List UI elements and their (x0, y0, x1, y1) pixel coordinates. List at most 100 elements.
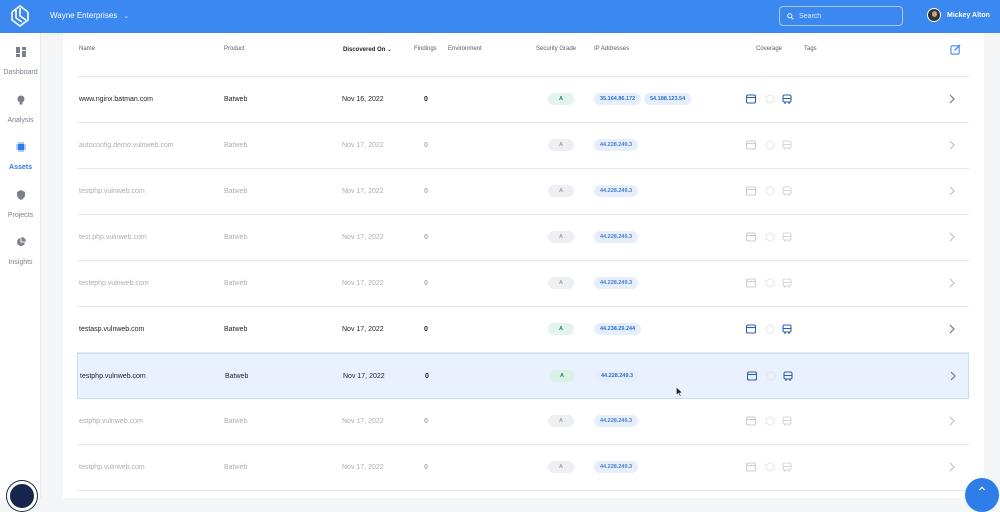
security-grade-badge: A (549, 370, 575, 382)
ip-address-badge: 44.238.29.244 (594, 323, 642, 335)
help-launcher[interactable] (7, 481, 37, 511)
coverage-vehicle-icon[interactable] (782, 278, 792, 288)
chevron-right-icon[interactable] (948, 324, 956, 334)
security-grade-badge: A (548, 93, 574, 105)
column-header-findings[interactable]: Findings (414, 46, 437, 52)
column-header-grade[interactable]: Security Grade (536, 46, 576, 52)
chat-button[interactable]: ⌃ (965, 478, 999, 512)
ip-address-badge: 44.228.249.3 (594, 231, 639, 243)
ip-address-badge: 44.228.249.3 (595, 370, 640, 382)
sidebar-item-assets[interactable]: Assets (0, 142, 41, 174)
coverage-scan-icon[interactable] (766, 371, 776, 381)
table-row[interactable]: www.nginx.batman.com Batweb Nov 16, 2022 0 A… (77, 77, 969, 123)
search-input[interactable] (799, 12, 889, 20)
coverage-vehicle-icon[interactable] (782, 232, 792, 242)
table-row[interactable]: testphp.vulnweb.com Batweb Nov 17, 2022 0 A 4… (77, 445, 969, 491)
table-row[interactable]: testephp.vulnweb.com Batweb Nov 17, 2022 0 A… (77, 261, 969, 307)
asset-name: testphp.vulnweb.com (80, 373, 146, 380)
shield-icon (16, 190, 25, 200)
coverage-scan-icon[interactable] (765, 416, 775, 426)
asset-findings-count: 0 (425, 373, 429, 380)
coverage-web-icon[interactable] (746, 186, 756, 196)
ip-address-badge: 35.164.86.172 (594, 93, 642, 105)
table-row[interactable]: autoconfig.demo.vulnweb.com Batweb Nov 17,… (77, 123, 969, 169)
table-row[interactable]: testasp.vulnweb.com Batweb Nov 17, 2022 0 A 4… (77, 307, 969, 353)
asset-findings-count: 0 (424, 464, 428, 471)
column-header-environment[interactable]: Environment (448, 46, 482, 52)
coverage-scan-icon[interactable] (765, 462, 775, 472)
asset-name: testphp.vulnweb.com (79, 188, 145, 195)
coverage-scan-icon[interactable] (765, 324, 775, 334)
table-row[interactable]: testphp.vulnweb.com Batweb Nov 17, 2022 0 A 4… (77, 169, 969, 215)
app-logo-icon[interactable] (8, 4, 32, 28)
chevron-right-icon[interactable] (948, 140, 956, 150)
chevron-right-icon[interactable] (948, 416, 956, 426)
column-header-discovered[interactable]: Discovered On ⌄ (343, 46, 392, 53)
asset-product: Batweb (224, 326, 248, 333)
coverage-web-icon[interactable] (746, 462, 756, 472)
coverage-web-icon[interactable] (747, 371, 757, 381)
coverage-vehicle-icon[interactable] (782, 462, 792, 472)
coverage-vehicle-icon[interactable] (782, 416, 792, 426)
coverage-web-icon[interactable] (746, 278, 756, 288)
column-header-tags[interactable]: Tags (804, 46, 817, 52)
sidebar-item-label: Assets (9, 164, 32, 171)
chevron-right-icon[interactable] (948, 462, 956, 472)
chevron-right-icon[interactable] (948, 278, 956, 288)
table-row[interactable]: test.php.vulnweb.com Batweb Nov 17, 2022 0 A… (77, 215, 969, 261)
asset-name: testephp.vulnweb.com (79, 280, 149, 287)
chevron-right-icon[interactable] (948, 94, 956, 104)
sidebar-item-label: Projects (7, 212, 34, 219)
coverage-vehicle-icon[interactable] (782, 186, 792, 196)
coverage-web-icon[interactable] (746, 232, 756, 242)
asset-product: Batweb (224, 234, 248, 241)
sidebar-item-insights[interactable]: Insights (0, 237, 41, 269)
coverage-web-icon[interactable] (746, 94, 756, 104)
security-grade-badge: A (548, 415, 574, 427)
sidebar-item-analysis[interactable]: Analysis (0, 95, 41, 127)
ip-address-badge: 44.228.249.3 (594, 415, 639, 427)
asset-findings-count: 0 (424, 234, 428, 241)
coverage-vehicle-icon[interactable] (782, 140, 792, 150)
coverage-vehicle-icon[interactable] (783, 371, 793, 381)
asset-product: Batweb (224, 464, 248, 471)
table-header: Name Product Discovered On ⌄ Findings En… (63, 33, 984, 66)
coverage-vehicle-icon[interactable] (782, 94, 792, 104)
sidebar-item-label: Insights (8, 259, 33, 266)
column-header-product[interactable]: Product (224, 46, 245, 52)
coverage-scan-icon[interactable] (765, 140, 775, 150)
ip-address-badge: 44.228.249.3 (594, 185, 639, 197)
coverage-web-icon[interactable] (746, 416, 756, 426)
chevron-right-icon[interactable] (948, 232, 956, 242)
chevron-right-icon[interactable] (948, 186, 956, 196)
coverage-vehicle-icon[interactable] (782, 324, 792, 334)
asset-findings-count: 0 (424, 188, 428, 195)
user-menu[interactable]: Mickey Alton (927, 8, 990, 22)
coverage-web-icon[interactable] (746, 324, 756, 334)
coverage-scan-icon[interactable] (765, 186, 775, 196)
org-switcher[interactable]: Wayne Enterprises ⌄ (50, 11, 129, 20)
column-header-coverage[interactable]: Coverage (756, 46, 782, 52)
sidebar-item-dashboard[interactable]: Dashboard (0, 47, 41, 79)
sidebar: Dashboard Analysis Assets Projects Insig… (0, 33, 41, 511)
chevron-right-icon[interactable] (949, 371, 957, 381)
user-name: Mickey Alton (947, 11, 990, 19)
coverage-scan-icon[interactable] (765, 278, 775, 288)
edit-columns-icon[interactable] (950, 44, 961, 55)
asset-product: Batweb (224, 142, 248, 149)
column-header-name[interactable]: Name (79, 46, 95, 52)
asset-discovered-date: Nov 17, 2022 (343, 373, 385, 380)
coverage-scan-icon[interactable] (765, 232, 775, 242)
search-box[interactable] (779, 6, 903, 26)
coverage-scan-icon[interactable] (765, 94, 775, 104)
table-row[interactable]: estphp.vulnweb.com Batweb Nov 17, 2022 0 A 44… (77, 399, 969, 445)
sidebar-item-projects[interactable]: Projects (0, 190, 41, 222)
coverage-web-icon[interactable] (746, 140, 756, 150)
column-header-discovered-label: Discovered On (343, 47, 386, 53)
asset-findings-count: 0 (424, 280, 428, 287)
asset-discovered-date: Nov 17, 2022 (342, 464, 384, 471)
security-grade-badge: A (548, 139, 574, 151)
table-row[interactable]: testphp.vulnweb.com Batweb Nov 17, 2022 0 A 4… (77, 353, 969, 399)
ip-address-badge: 44.228.249.3 (594, 139, 639, 151)
column-header-ips[interactable]: IP Addresses (594, 46, 629, 52)
